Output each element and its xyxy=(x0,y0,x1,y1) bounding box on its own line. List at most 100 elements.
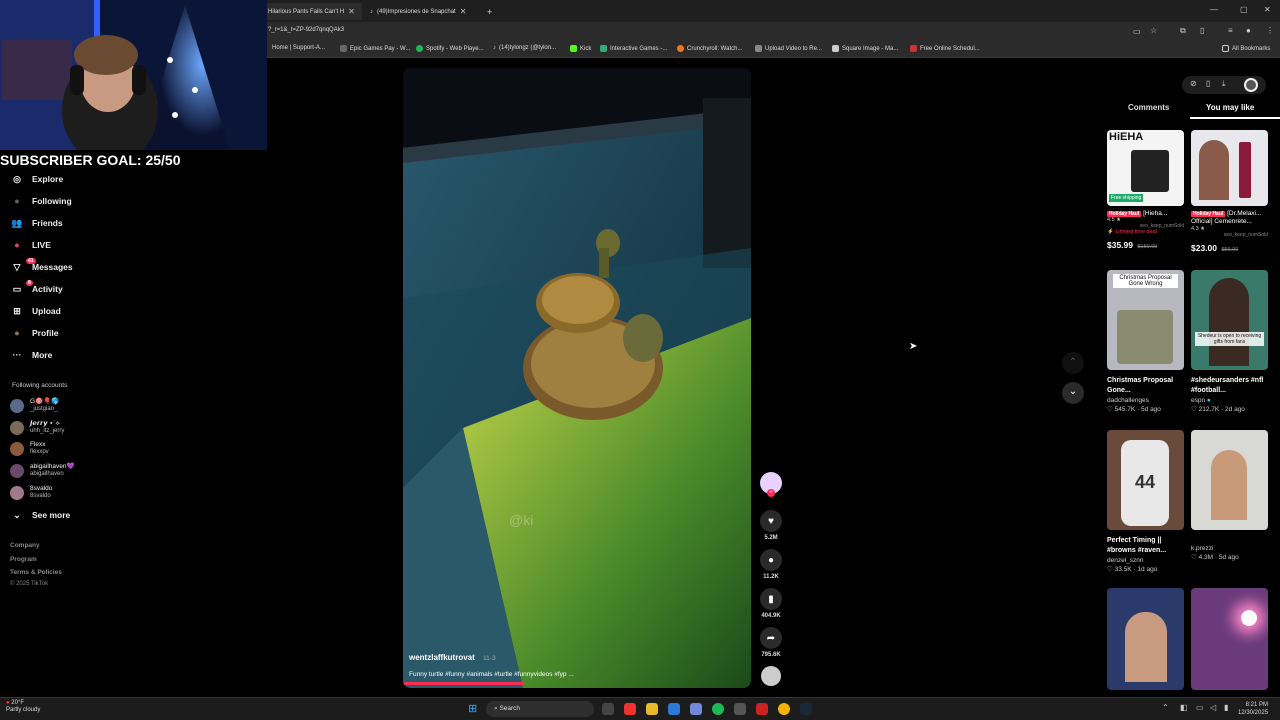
downloads-icon[interactable]: ≡ xyxy=(1228,26,1233,35)
bookmark-item[interactable]: ♪ (14)tylongz (@tylon... xyxy=(493,45,556,51)
video-author[interactable]: wentzlaffkutrovat 11-3 xyxy=(409,653,496,662)
follow-plus-icon[interactable]: + xyxy=(767,489,775,497)
video-author-name[interactable]: espn xyxy=(1191,397,1205,404)
all-bookmarks[interactable]: All Bookmarks xyxy=(1222,45,1270,52)
task-view-icon[interactable] xyxy=(602,703,614,715)
bookmark-star-icon[interactable]: ☆ xyxy=(1150,26,1157,35)
bookmark-item[interactable]: Square Image - Ma... xyxy=(832,45,898,52)
recommended-video-card[interactable] xyxy=(1191,588,1268,690)
weather-widget[interactable]: ● 20°F Partly cloudy xyxy=(6,700,40,714)
clock[interactable]: 8:21 PM 12/30/2025 xyxy=(1238,701,1268,717)
video-author-name[interactable]: dadchallenges xyxy=(1107,396,1184,405)
video-author-row[interactable]: espn ● xyxy=(1191,396,1268,405)
user-avatar-icon[interactable] xyxy=(1244,78,1258,92)
tab-you-may-like[interactable]: You may like xyxy=(1206,103,1254,112)
windows-start-icon[interactable]: ⊞ xyxy=(468,702,477,715)
tab-snapchat[interactable]: ♪ (49)Impresiones de Snapchat ✕ xyxy=(364,3,479,20)
sidepanel-icon[interactable]: ▯ xyxy=(1200,26,1204,35)
bookmark-item[interactable]: Upload Video to Re... xyxy=(755,45,822,52)
video-player[interactable]: @ki xyxy=(403,68,751,688)
video-username[interactable]: wentzlaffkutrovat xyxy=(409,653,475,662)
cast-icon[interactable]: ▭ xyxy=(1133,27,1141,36)
comment-button[interactable]: ● 11.2K xyxy=(758,549,784,580)
sidebar-item-activity[interactable]: ▭ 8 Activity xyxy=(10,280,63,298)
taskbar-search[interactable]: ⌕ Search xyxy=(486,701,594,717)
spotify-taskbar-icon[interactable] xyxy=(712,703,724,715)
sound-disc-button[interactable] xyxy=(758,666,784,686)
tray-app-icon[interactable]: ◧ xyxy=(1180,703,1188,712)
bookmark-item[interactable]: Interactive Games -... xyxy=(600,45,667,52)
sidebar-item-more[interactable]: ··· More xyxy=(10,346,53,364)
video-caption[interactable]: Funny turtle #funny #animals #turtle #fu… xyxy=(409,671,574,678)
minimize-icon[interactable]: — xyxy=(1210,5,1218,14)
edge-icon[interactable] xyxy=(668,703,680,715)
recommended-video-card[interactable]: Christmas Proposal Gone Wrong Christmas … xyxy=(1107,270,1184,414)
tray-chevron-icon[interactable]: ⌃ xyxy=(1162,703,1169,712)
menu-icon[interactable]: ⋮ xyxy=(1266,26,1274,35)
recommended-video-card[interactable]: Shedeur is open to receiving gifts from … xyxy=(1191,270,1268,414)
close-window-icon[interactable]: ✕ xyxy=(1264,5,1271,14)
volume-icon[interactable]: ◁ xyxy=(1210,703,1216,712)
copilot-icon[interactable] xyxy=(624,703,636,715)
bookmark-item[interactable]: Kick xyxy=(570,45,591,52)
chrome-icon[interactable] xyxy=(778,703,790,715)
maximize-icon[interactable]: ▢ xyxy=(1240,5,1248,14)
recommended-video-card[interactable] xyxy=(1107,588,1184,690)
mobile-icon[interactable]: ▯ xyxy=(1206,79,1210,88)
new-tab-button[interactable]: + xyxy=(481,3,498,20)
steam-icon[interactable] xyxy=(800,703,812,715)
video-author-name[interactable]: denzel_sznn xyxy=(1107,556,1184,565)
recommended-video-card[interactable]: k.prezzi ♡ 4.3M · 5d ago xyxy=(1191,430,1268,562)
bookmark-item[interactable]: Free Online Schedul... xyxy=(910,45,980,52)
sidebar-item-messages[interactable]: ▽ 41 Messages xyxy=(10,258,73,276)
video-progress-bar[interactable] xyxy=(403,682,523,685)
file-explorer-icon[interactable] xyxy=(646,703,658,715)
following-account[interactable]: 𝙅𝙚𝙧𝙧𝙮 ⋆˙⟡ uhh_itz_jerry xyxy=(10,420,64,435)
discord-icon[interactable] xyxy=(690,703,702,715)
following-account[interactable]: Flexx flexxpv xyxy=(10,441,49,456)
close-tab-icon[interactable]: ✕ xyxy=(460,7,467,16)
product-card[interactable]: Holiday Haul [Dr.Melaxi... Official] Cem… xyxy=(1191,130,1268,256)
sidebar-item-explore[interactable]: ◎ Explore xyxy=(10,170,63,188)
profile-avatar-icon[interactable]: ● xyxy=(1246,26,1251,35)
sidebar-item-upload[interactable]: ⊞ Upload xyxy=(10,302,61,320)
obs-icon[interactable] xyxy=(756,703,768,715)
following-account[interactable]: 8svaldo 8svaldo xyxy=(10,485,52,500)
download-icon[interactable]: ⤓ xyxy=(1222,79,1226,89)
footer-terms[interactable]: Terms & Policies xyxy=(10,569,62,576)
video-author-name[interactable]: k.prezzi xyxy=(1191,544,1268,553)
network-icon[interactable]: ▭ xyxy=(1196,703,1204,712)
bookmark-item[interactable]: Spotify - Web Playe... xyxy=(416,45,484,52)
tab-pants-fails[interactable]: Hilarious Pants Fails Can't H ✕ xyxy=(262,3,362,20)
sidebar-item-profile[interactable]: ● Profile xyxy=(10,324,58,342)
product-card[interactable]: HiEHA Free shipping Holiday Haul [Hieha.… xyxy=(1107,130,1184,253)
close-tab-icon[interactable]: ✕ xyxy=(348,7,355,16)
share-button[interactable]: ➦ 795.6K xyxy=(758,627,784,658)
compass-icon[interactable]: ⊘ xyxy=(1190,79,1197,88)
url-text[interactable]: ?_r=1&_t=ZP-92d7qnqQAk3 xyxy=(268,27,344,33)
bookmark-item[interactable]: Home | Support-A... xyxy=(272,45,325,51)
terminal-icon[interactable] xyxy=(734,703,746,715)
following-account[interactable]: G🎯🎈🌎 _justgian_ xyxy=(10,398,59,413)
next-video-button[interactable]: ⌄ xyxy=(1062,382,1084,404)
footer-program[interactable]: Program xyxy=(10,556,37,563)
tab-comments[interactable]: Comments xyxy=(1128,103,1169,112)
battery-icon[interactable]: ▮ xyxy=(1224,703,1228,712)
previous-video-button[interactable]: ⌃ xyxy=(1062,352,1084,374)
thumb-caption: Christmas Proposal Gone Wrong xyxy=(1113,274,1178,288)
see-more-button[interactable]: ⌄ See more xyxy=(10,506,70,524)
footer-company[interactable]: Company xyxy=(10,542,40,549)
bookmark-item[interactable]: Epic Games Pay - W... xyxy=(340,45,410,52)
sidebar-item-live[interactable]: ● LIVE xyxy=(10,236,51,254)
sidebar-item-following[interactable]: ● Following xyxy=(10,192,71,210)
webcam-overlay xyxy=(0,0,267,150)
save-button[interactable]: ▮ 404.9K xyxy=(758,588,784,619)
creator-avatar-button[interactable]: + xyxy=(758,472,784,497)
recommended-video-card[interactable]: 44 Perfect Timing || #browns #raven... d… xyxy=(1107,430,1184,574)
extensions-icon[interactable]: ⧉ xyxy=(1180,26,1186,36)
bookmark-item[interactable]: Crunchyroll: Watch... xyxy=(677,45,742,52)
following-account[interactable]: abigailhaven💜 abigailhaven xyxy=(10,463,75,478)
sidebar-item-friends[interactable]: 👥 Friends xyxy=(10,214,62,232)
bookmark-label: Spotify - Web Playe... xyxy=(426,45,484,52)
like-button[interactable]: ♥ 5.2M xyxy=(758,510,784,541)
